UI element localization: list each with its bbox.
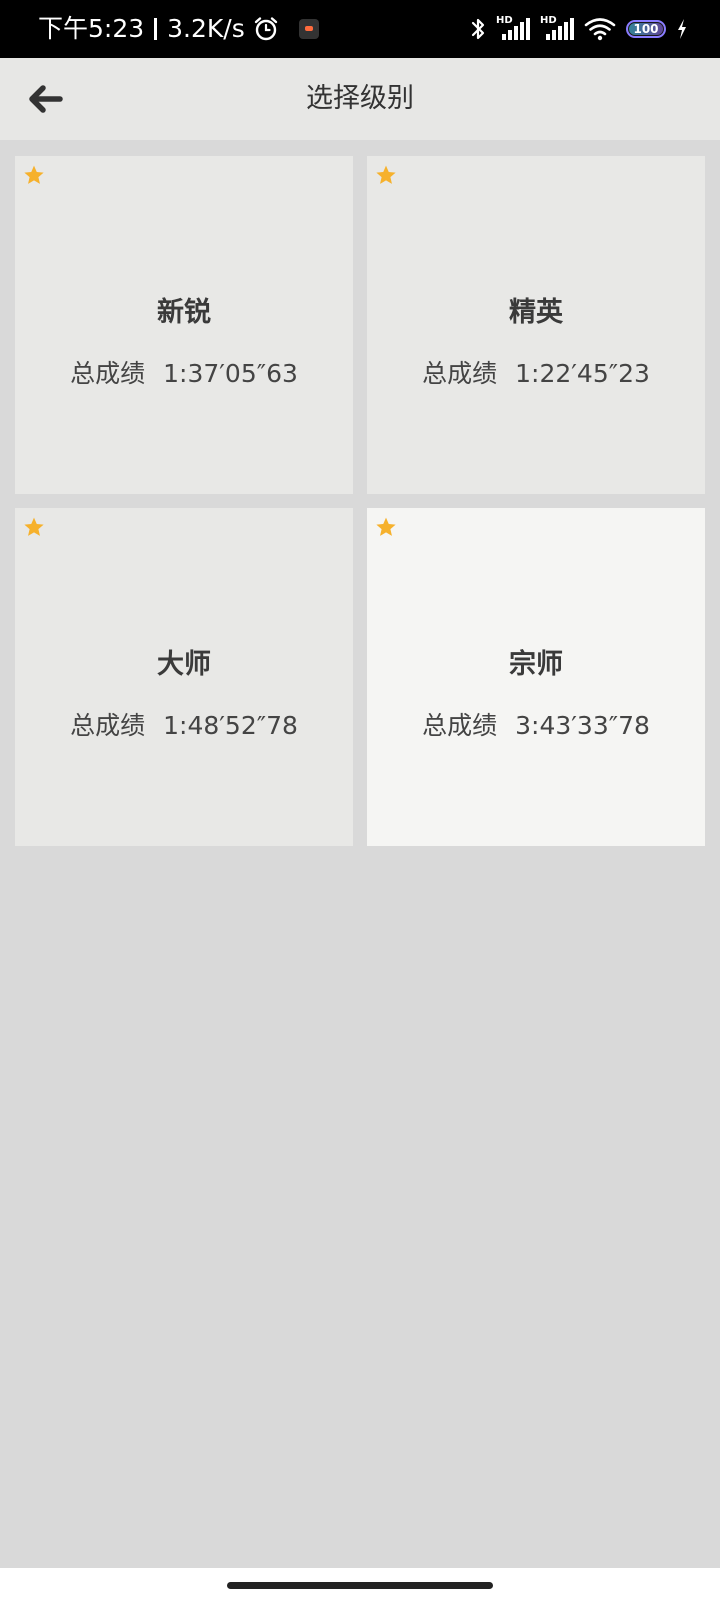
status-left: 下午5:23 3.2K/s [38,0,319,58]
alarm-clock-icon [254,17,277,41]
star-icon [24,517,44,536]
score-value: 1:48′52″78 [163,711,298,740]
page-title: 选择级别 [306,83,414,114]
bluetooth-icon [471,18,485,40]
score-label: 总成绩 [70,359,146,388]
level-card-zongshi[interactable]: 宗师 总成绩 3:43′33″78 [367,508,705,846]
app-notification-icon [298,19,319,39]
level-card-dashi[interactable]: 大师 总成绩 1:48′52″78 [15,508,353,846]
level-card-xinrui[interactable]: 新锐 总成绩 1:37′05″63 [15,156,353,494]
status-bar: 下午5:23 3.2K/s HD HD 100 [0,0,720,58]
arrow-left-icon [29,85,63,113]
app-bar: 选择级别 [0,58,720,140]
charging-bolt-icon [678,19,686,39]
score-value: 1:37′05″63 [163,359,298,388]
star-icon [376,165,396,184]
signal-strength-icon-sim1: HD [496,16,530,42]
score-label: 总成绩 [70,711,146,740]
level-name: 大师 [157,649,211,680]
score-row: 总成绩 1:37′05″63 [15,354,353,390]
score-row: 总成绩 3:43′33″78 [367,706,705,742]
score-label: 总成绩 [422,359,498,388]
level-name: 宗师 [509,649,563,680]
level-name: 精英 [509,297,563,328]
score-label: 总成绩 [422,711,498,740]
score-value: 3:43′33″78 [515,711,650,740]
score-row: 总成绩 1:48′52″78 [15,706,353,742]
battery-indicator: 100 [626,20,666,38]
level-name: 新锐 [157,297,211,328]
level-grid: 新锐 总成绩 1:37′05″63 精英 总成绩 1:22′45″23 大师 总成绩… [15,156,705,846]
status-right: HD HD 100 [470,0,688,58]
signal-strength-icon-sim2: HD [540,16,574,42]
star-icon [24,165,44,184]
gesture-nav-bar [0,1568,720,1600]
home-indicator[interactable] [227,1582,493,1589]
star-icon [376,517,396,536]
score-value: 1:22′45″23 [515,359,650,388]
level-card-jingying[interactable]: 精英 总成绩 1:22′45″23 [367,156,705,494]
status-time: 下午5:23 [38,14,145,43]
score-row: 总成绩 1:22′45″23 [367,354,705,390]
back-button[interactable] [18,72,72,126]
status-separator [154,18,158,40]
wifi-icon [584,18,616,41]
network-speed: 3.2K/s [167,14,245,43]
